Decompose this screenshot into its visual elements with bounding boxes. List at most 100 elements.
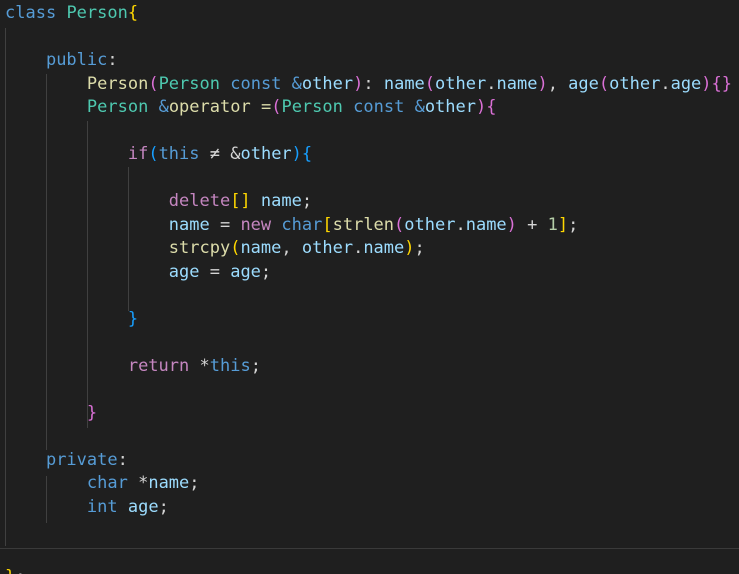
code-token: ]: [557, 214, 569, 235]
code-token: .: [486, 73, 497, 94]
code-token: (: [394, 214, 405, 235]
code-token: {}: [711, 73, 733, 94]
code-token: other: [301, 73, 354, 94]
code-token: =: [199, 261, 231, 282]
code-token: {: [127, 3, 139, 23]
code-line[interactable]: Person(Person const &other): name(other.…: [5, 73, 732, 95]
code-token: Person: [66, 3, 128, 23]
code-line[interactable]: Person &operator =(Person const &other){: [5, 96, 497, 118]
code-token: :: [107, 50, 118, 70]
code-line[interactable]: strcpy(name, other.name);: [5, 237, 425, 259]
code-token: other: [424, 97, 476, 117]
code-token: &: [158, 97, 169, 117]
code-line[interactable]: }: [5, 308, 138, 330]
code-token: ): [506, 214, 517, 235]
code-token: ;: [158, 496, 169, 517]
code-line[interactable]: private:: [5, 449, 128, 471]
code-token: other: [301, 238, 354, 258]
code-token: public: [45, 50, 108, 70]
code-token: ;: [414, 238, 425, 258]
code-token: age: [127, 496, 159, 517]
code-line[interactable]: }: [5, 402, 97, 424]
code-token: const: [230, 73, 282, 94]
code-token: if: [127, 144, 149, 164]
code-token: (: [148, 144, 159, 164]
code-token: name: [465, 214, 507, 235]
code-line[interactable]: name = new char[strlen(other.name) + 1];: [5, 214, 579, 236]
code-token: {: [486, 97, 497, 117]
code-token: ,: [547, 73, 569, 94]
code-token: ;: [260, 261, 272, 282]
code-token: *: [189, 355, 210, 376]
code-token: ≠: [199, 144, 231, 164]
code-token: ): [404, 238, 415, 258]
code-line[interactable]: int age;: [5, 496, 169, 518]
code-token: Person: [281, 97, 343, 117]
code-token: }: [127, 308, 139, 329]
code-token: +: [516, 214, 548, 235]
code-token: (: [271, 97, 282, 117]
code-token: name: [148, 473, 190, 493]
code-token: char: [86, 473, 128, 493]
code-token: []: [230, 191, 251, 211]
code-token: other: [404, 214, 456, 235]
code-token: ): [291, 144, 302, 164]
code-editor[interactable]: class Person{ public: Person(Person cons…: [0, 0, 739, 574]
code-token: age: [670, 73, 702, 94]
code-line[interactable]: };: [5, 566, 26, 574]
code-token: name: [240, 238, 282, 258]
code-line[interactable]: public:: [5, 49, 118, 71]
code-token: .: [353, 238, 364, 258]
code-token: Person: [86, 97, 149, 117]
code-token: ): [476, 97, 487, 117]
code-token: ;: [250, 355, 261, 376]
code-token: age: [568, 73, 599, 94]
code-token: strcpy: [168, 238, 231, 258]
code-token: other: [609, 73, 661, 94]
code-token: Person: [86, 73, 149, 94]
code-line[interactable]: if(this ≠ &other){: [5, 143, 312, 165]
code-token: &: [414, 97, 425, 117]
code-token: new: [240, 214, 272, 235]
code-token: this: [209, 355, 251, 376]
code-token: (: [424, 73, 436, 94]
code-token: return: [127, 355, 190, 376]
code-line[interactable]: char *name;: [5, 472, 200, 494]
code-line[interactable]: return *this;: [5, 355, 261, 377]
code-token: private: [45, 449, 118, 470]
code-token: char: [281, 214, 323, 235]
code-token: =: [260, 97, 272, 117]
code-token: ,: [281, 238, 302, 258]
code-token: const: [353, 97, 405, 117]
code-token: name: [260, 191, 302, 211]
code-token: Person: [158, 73, 220, 94]
code-token: other: [240, 144, 292, 164]
code-token: class: [5, 3, 57, 23]
code-token: int: [86, 496, 118, 517]
code-token: }: [5, 567, 15, 574]
current-line-border: [0, 548, 739, 549]
code-token: name: [363, 238, 405, 258]
code-line[interactable]: class Person{: [5, 2, 138, 24]
code-line[interactable]: delete[] name;: [5, 190, 312, 212]
code-token: ): [353, 73, 364, 94]
code-token: 1: [547, 214, 558, 235]
code-line[interactable]: age = age;: [5, 261, 271, 283]
